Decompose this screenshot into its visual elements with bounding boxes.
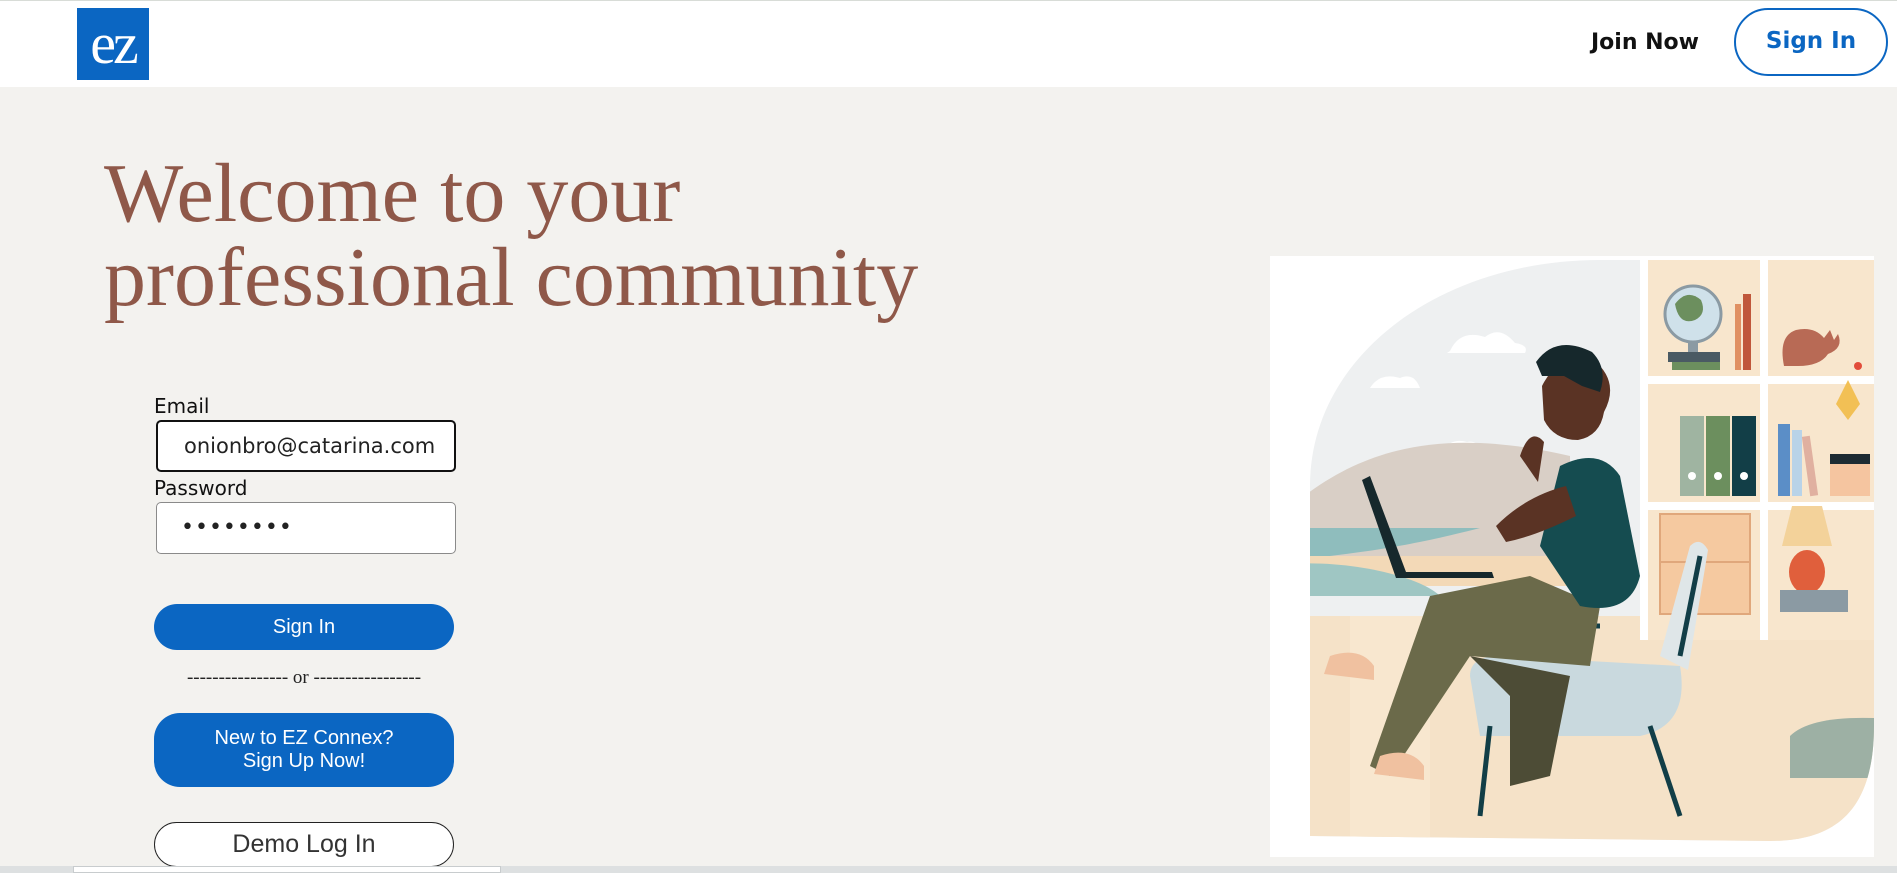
sign-up-button[interactable]: New to EZ Connex? Sign Up Now! — [154, 713, 454, 787]
email-label: Email — [154, 394, 210, 418]
headline-line-1: Welcome to your — [104, 147, 681, 240]
top-navigation-bar: ez Join Now Sign In — [0, 0, 1897, 87]
or-divider: ---------------- or ----------------- — [186, 667, 422, 688]
sign-in-button[interactable]: Sign In — [154, 604, 454, 650]
horizontal-scrollbar[interactable] — [0, 866, 1897, 873]
globe-icon — [1663, 284, 1723, 370]
join-now-link[interactable]: Join Now — [1570, 27, 1720, 59]
password-field[interactable]: •••••••• — [156, 502, 456, 554]
headline-line-2: professional community — [104, 231, 919, 324]
email-field[interactable]: onionbro@catarina.com — [156, 420, 456, 472]
hero-illustration-svg — [1310, 260, 1874, 841]
sign-up-button-line-1: New to EZ Connex? — [214, 727, 394, 749]
hero-illustration — [1270, 256, 1874, 857]
page-headline: Welcome to your professional community — [104, 152, 1004, 320]
scrollbar-thumb[interactable] — [73, 866, 501, 873]
ez-logo[interactable]: ez — [77, 8, 149, 80]
password-label: Password — [154, 476, 248, 500]
sign-up-button-line-2: Sign Up Now! — [242, 750, 366, 772]
demo-login-button[interactable]: Demo Log In — [154, 822, 454, 867]
header-sign-in-button[interactable]: Sign In — [1734, 8, 1888, 76]
